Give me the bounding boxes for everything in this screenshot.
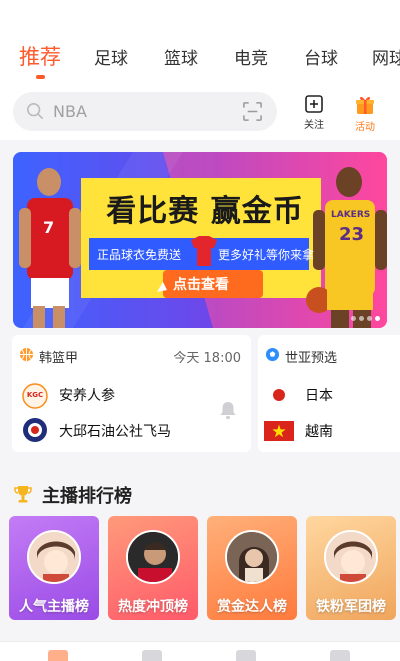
avatar (27, 530, 81, 584)
category-tabs: 推荐 足球 篮球 电竞 台球 网球 (0, 0, 400, 84)
search-input[interactable] (53, 100, 233, 122)
home-team-logo: KGC (22, 383, 48, 409)
away-team-name: 大邱石油公社飞马 (59, 424, 171, 440)
away-team-logo (23, 418, 47, 442)
banner-cta: 点击查看 (173, 277, 229, 293)
bottom-nav (0, 641, 400, 661)
rank-card-label: 人气主播榜 (19, 599, 89, 615)
follow-label: 关注 (304, 120, 324, 131)
match-card-football[interactable]: 世亚预选 日本 越南 (258, 335, 400, 452)
vietnam-flag-icon (264, 421, 294, 441)
nav-icon[interactable] (142, 650, 162, 661)
tab-football[interactable]: 足球 (94, 44, 128, 69)
rank-card-label: 赏金达人榜 (217, 599, 287, 615)
league-name: 世亚预选 (285, 351, 338, 366)
promo-banner-art (13, 152, 387, 328)
trophy-icon (14, 486, 32, 503)
home-team-name: 日本 (305, 388, 333, 404)
tab-basketball[interactable]: 篮球 (164, 44, 198, 69)
nav-icon[interactable] (330, 650, 350, 661)
player-right-number: 23 (339, 224, 365, 245)
football-icon (265, 347, 280, 362)
section-title: 主播排行榜 (42, 486, 132, 507)
player-right-team: LAKERS (331, 210, 371, 220)
active-tab-indicator (36, 75, 45, 79)
rank-card-label: 热度冲顶榜 (118, 599, 188, 615)
rank-card-label: 铁粉军团榜 (316, 599, 386, 615)
basketball-icon (19, 347, 34, 362)
scan-icon[interactable] (242, 101, 263, 122)
home-team-logo-text: KGC (26, 391, 44, 399)
player-left-number: 7 (43, 218, 55, 237)
league-name: 韩篮甲 (39, 351, 79, 366)
match-time: 今天 18:00 (173, 351, 241, 366)
banner-pagination (351, 316, 381, 322)
tab-billiards[interactable]: 台球 (304, 44, 338, 69)
rank-card-fans[interactable]: 铁粉军团榜 (306, 516, 396, 620)
activity-button[interactable]: 活动 (345, 94, 385, 134)
banner-sub-left: 正品球衣免费送 (97, 248, 182, 262)
tab-recommend[interactable]: 推荐 (19, 41, 61, 71)
home-team-name: 安养人参 (59, 388, 115, 404)
rank-card-popularity[interactable]: 人气主播榜 (9, 516, 99, 620)
away-team-name: 越南 (305, 424, 333, 440)
avatar (225, 530, 279, 584)
avatar (126, 530, 180, 584)
follow-icon (305, 95, 323, 113)
promo-banner[interactable]: 看比赛 赢金币 正品球衣免费送 更多好礼等你来拿 点击查看 7 LAKERS 2… (13, 152, 387, 328)
rank-card-heat[interactable]: 热度冲顶榜 (108, 516, 198, 620)
bell-icon[interactable] (219, 400, 237, 420)
nav-icon[interactable] (236, 650, 256, 661)
banner-headline: 看比赛 赢金币 (106, 194, 304, 229)
tab-tennis[interactable]: 网球 (372, 44, 400, 69)
tab-esports[interactable]: 电竞 (234, 44, 268, 69)
gift-icon (356, 96, 374, 114)
rank-card-bounty[interactable]: 赏金达人榜 (207, 516, 297, 620)
search-row: 关注 活动 (0, 84, 400, 140)
match-card-basketball[interactable]: 韩篮甲 今天 18:00 KGC 安养人参 大邱石油公社飞马 (12, 335, 251, 452)
avatar (324, 530, 378, 584)
home-icon[interactable] (48, 650, 68, 661)
activity-label: 活动 (355, 122, 375, 133)
search-icon (26, 102, 44, 120)
search-bar[interactable] (13, 92, 277, 131)
japan-flag-icon (264, 385, 294, 405)
banner-sub-right: 更多好礼等你来拿 (218, 248, 315, 262)
follow-button[interactable]: 关注 (294, 94, 334, 134)
